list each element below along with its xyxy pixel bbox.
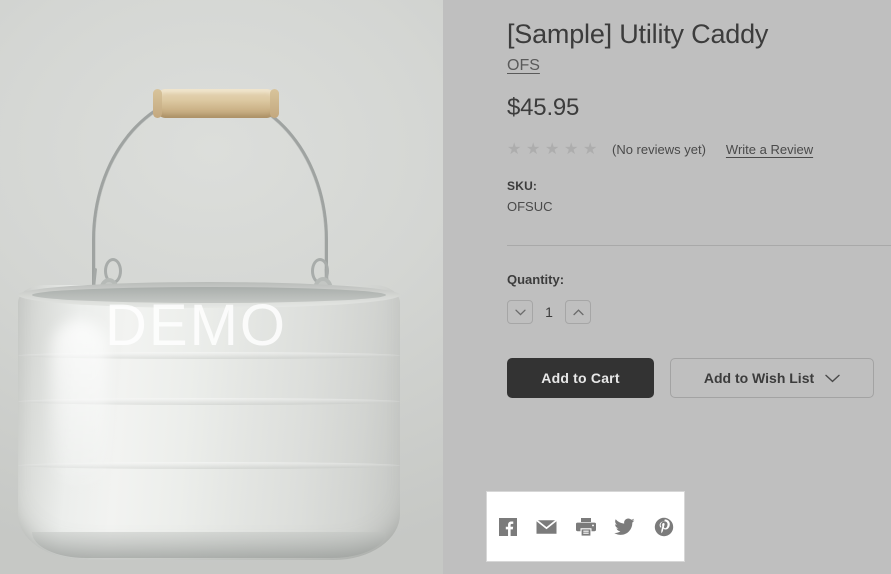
product-image[interactable]: DEMO (0, 0, 443, 574)
add-to-wish-list-button[interactable]: Add to Wish List (670, 358, 874, 398)
purchase-actions: Add to Cart Add to Wish List (507, 358, 891, 398)
product-details-column: [Sample] Utility Caddy OFS $45.95 ★ ★ ★ … (486, 0, 891, 574)
add-to-cart-button[interactable]: Add to Cart (507, 358, 654, 398)
quantity-increase-button[interactable] (565, 300, 591, 324)
star-icon: ★ (507, 141, 522, 158)
product-detail-page: DEMO [Sample] Utility Caddy OFS $45.95 ★… (0, 0, 891, 574)
rating-row: ★ ★ ★ ★ ★ (No reviews yet) Write a Revie… (507, 141, 891, 158)
caddy-wooden-grip (153, 89, 279, 118)
review-count-text: (No reviews yet) (612, 142, 706, 157)
print-icon[interactable] (575, 516, 597, 538)
brand-link[interactable]: OFS (507, 57, 540, 75)
page-title: [Sample] Utility Caddy (507, 19, 769, 49)
sku-label: SKU: (507, 179, 538, 193)
star-icon: ★ (564, 141, 579, 158)
chevron-up-icon (572, 308, 584, 315)
caddy-base (32, 532, 386, 558)
star-rating[interactable]: ★ ★ ★ ★ ★ (507, 141, 598, 158)
chevron-down-icon (514, 309, 526, 316)
facebook-icon[interactable] (497, 516, 519, 538)
section-divider (507, 245, 891, 246)
pinterest-icon[interactable] (653, 516, 675, 538)
quantity-stepper[interactable]: 1 (507, 300, 891, 324)
caddy-highlight (52, 320, 108, 490)
product-price: $45.95 (507, 94, 580, 121)
email-icon[interactable] (536, 516, 558, 538)
quantity-input[interactable]: 1 (533, 304, 565, 320)
quantity-decrease-button[interactable] (507, 300, 533, 324)
quantity-label: Quantity: (507, 272, 565, 287)
star-icon: ★ (583, 141, 598, 158)
twitter-icon[interactable] (614, 516, 636, 538)
chevron-down-icon (825, 374, 840, 382)
write-review-link[interactable]: Write a Review (726, 142, 813, 157)
demo-watermark: DEMO (105, 293, 287, 358)
star-icon: ★ (526, 141, 541, 158)
share-bar (486, 491, 685, 562)
sku-value: OFSUC (507, 199, 553, 214)
star-icon: ★ (545, 141, 560, 158)
wish-list-label: Add to Wish List (703, 370, 815, 386)
